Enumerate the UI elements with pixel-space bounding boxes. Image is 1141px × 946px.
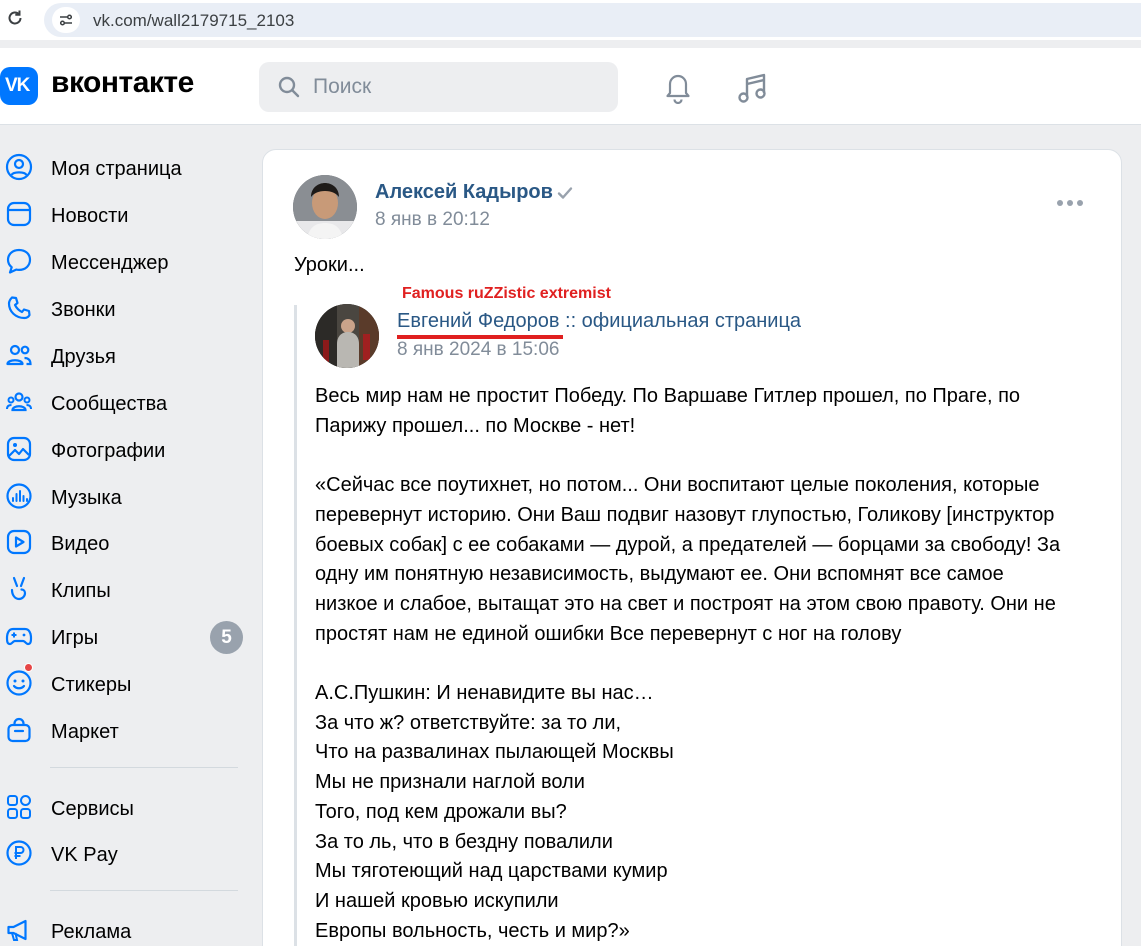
search-box[interactable] [259, 62, 618, 112]
sidebar-item-label: Друзья [51, 346, 116, 368]
post-date[interactable]: 8 янв в 20:12 [375, 209, 490, 231]
ruble-icon [6, 840, 32, 866]
repost-line: А.С.Пушкин: И ненавидите вы нас… [315, 682, 654, 704]
user-circle-icon [5, 153, 33, 181]
sidebar-item-stickers[interactable]: Стикеры [0, 662, 245, 702]
repost-line: одну им понятную независимость, выдумают… [315, 563, 1004, 586]
repost-line: низкое и слабое, вытащат это на свет и п… [315, 592, 1056, 615]
sidebar-item-friends[interactable]: Друзья [0, 334, 245, 374]
repost-author-avatar[interactable] [315, 304, 379, 368]
more-options-icon[interactable] [1057, 195, 1087, 209]
vk-logo-text: VK [5, 75, 30, 96]
site-info-icon[interactable] [52, 7, 80, 33]
sidebar-item-label: Звонки [51, 299, 116, 321]
sidebar-item-label: Стикеры [51, 674, 132, 696]
sidebar-item-label: Мессенджер [51, 252, 169, 274]
post-author-name[interactable]: Алексей Кадыров [375, 181, 553, 204]
repost-line: Парижу прошел... по Москве - нет! [315, 414, 636, 437]
sidebar-item-label: Реклама [51, 921, 132, 943]
sidebar-item-ads[interactable]: Реклама [0, 909, 245, 946]
post-text: Уроки... [294, 254, 365, 276]
sidebar-divider [50, 767, 238, 768]
message-icon [6, 248, 32, 274]
megaphone-icon [7, 919, 27, 941]
repost-line: Того, под кем дрожали вы? [315, 800, 567, 823]
clips-icon [10, 576, 27, 601]
author-avatar[interactable] [293, 175, 357, 239]
sidebar-item-label: Сервисы [51, 798, 134, 820]
sidebar-item-clips[interactable]: Клипы [0, 568, 245, 608]
sidebar-item-label: Сообщества [51, 393, 168, 415]
new-indicator-dot [24, 663, 33, 672]
music-icon [6, 483, 32, 509]
search-input[interactable] [313, 74, 603, 100]
video-icon [6, 529, 32, 555]
repost-author-suffix: :: официальная страница [559, 310, 802, 332]
repost-author-name[interactable]: Евгений Федоров [397, 310, 559, 332]
sidebar-item-services[interactable]: Сервисы [0, 786, 245, 826]
gamepad-icon [5, 627, 33, 646]
repost-line: За то ль, что в бездну повалили [315, 830, 613, 853]
repost-line: Что на развалинах пылающей Москвы [315, 741, 674, 764]
sidebar-item-photos[interactable]: Фотографии [0, 428, 245, 468]
sidebar-item-messenger[interactable]: Мессенджер [0, 240, 245, 280]
communities-icon [6, 392, 32, 412]
repost-line: перевернут историю. Они Ваш подвиг назов… [315, 503, 1055, 526]
sidebar-divider [50, 890, 238, 891]
market-icon [7, 717, 31, 743]
sidebar-item-news[interactable]: Новости [0, 193, 245, 233]
games-count-badge: 5 [210, 621, 243, 654]
brand-wordmark[interactable]: вконтакте [51, 66, 194, 100]
sidebar-item-video[interactable]: Видео [0, 521, 245, 561]
phone-icon [7, 296, 31, 320]
vk-logo-icon[interactable]: VK [0, 67, 38, 105]
sidebar-item-market[interactable]: Маркет [0, 709, 245, 749]
sidebar-item-label: Маркет [51, 721, 119, 743]
music-player-icon[interactable] [735, 70, 771, 111]
sidebar-item-games[interactable]: Игры 5 [0, 615, 245, 655]
repost-line: «Сейчас все поутихнет, но потом... Они в… [315, 474, 1040, 497]
services-icon [7, 795, 31, 819]
repost-date[interactable]: 8 янв 2024 в 15:06 [397, 339, 559, 361]
reload-icon[interactable] [4, 8, 26, 30]
friends-icon [6, 344, 32, 366]
sidebar-item-my-page[interactable]: Моя страница [0, 146, 245, 186]
repost-border [294, 305, 297, 946]
repost-line: Мы не признали наглой воли [315, 771, 585, 794]
repost-line: За что ж? ответствуйте: за то ли, [315, 711, 622, 734]
sidebar-item-label: Клипы [51, 580, 111, 602]
sidebar-item-music[interactable]: Музыка [0, 475, 245, 515]
repost-line: Весь мир нам не простит Победу. По Варша… [315, 385, 1021, 407]
repost-line: Мы тяготеющий над царствами кумир [315, 860, 668, 883]
notifications-bell-icon[interactable] [661, 70, 695, 109]
sidebar-item-label: Музыка [51, 487, 122, 509]
news-icon [6, 201, 32, 227]
sidebar-item-label: Фотографии [51, 440, 166, 462]
url-text: vk.com/wall2179715_2103 [93, 11, 295, 30]
sidebar-item-label: VK Pay [51, 844, 118, 866]
sidebar-item-communities[interactable]: Сообщества [0, 381, 245, 421]
sidebar-item-calls[interactable]: Звонки [0, 287, 245, 327]
repost-line: И нашей кровью искупили [315, 889, 559, 912]
sidebar-item-label: Новости [51, 205, 129, 227]
repost-line: Европы вольность, честь и мир?» [315, 919, 630, 942]
address-bar[interactable]: vk.com/wall2179715_2103 [44, 3, 1141, 37]
photo-icon [6, 436, 32, 462]
repost-author[interactable]: Евгений Федоров :: официальная страница [397, 310, 801, 333]
annotation-label: Famous ruZZistic extremist [402, 285, 611, 302]
verified-check-icon [557, 187, 573, 199]
sidebar-item-vk-pay[interactable]: VK Pay [0, 832, 245, 872]
vk-header: VK вконтакте [0, 48, 1141, 125]
repost-body: Весь мир нам не простит Победу. По Варша… [315, 382, 1085, 946]
search-icon [278, 76, 300, 98]
repost-line: простят нам не единой ошибки Все перевер… [315, 622, 902, 645]
sidebar-item-label: Видео [51, 533, 110, 555]
browser-toolbar: vk.com/wall2179715_2103 [0, 0, 1141, 40]
repost-line: боевых собак] с ее собаками — дурой, а п… [315, 533, 1061, 556]
sticker-icon [6, 670, 32, 696]
wall-post: Алексей Кадыров 8 янв в 20:12 Уроки... F… [262, 149, 1122, 946]
sidebar-item-label: Моя страница [51, 158, 182, 180]
sidebar-item-label: Игры [51, 627, 99, 649]
